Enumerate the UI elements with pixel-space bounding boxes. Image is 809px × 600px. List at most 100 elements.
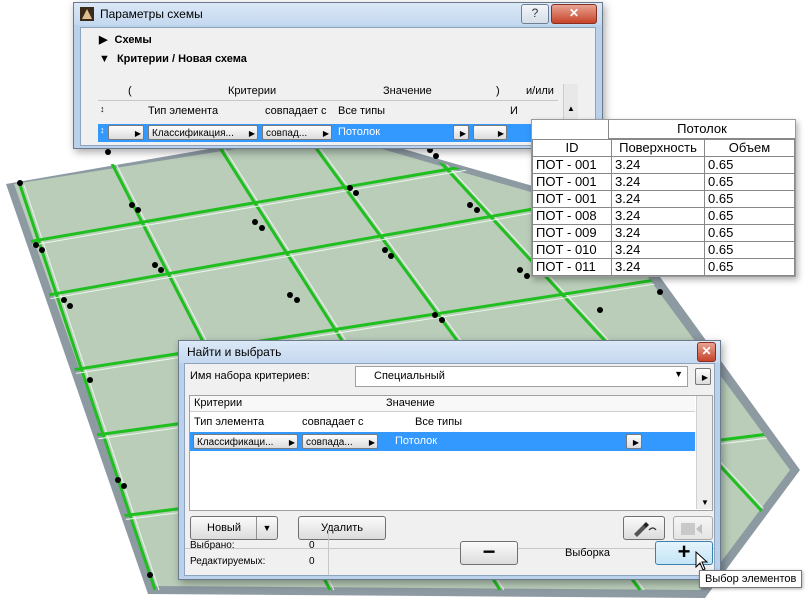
row-arrow-icon: ↕ [100, 104, 105, 114]
cell-volume: 0.65 [704, 173, 795, 191]
find-row-2[interactable]: Классификаци... ▶ совпада... ▶ Потолок ▶ [190, 432, 695, 451]
criteria-set-label: Имя набора критериев: [190, 370, 310, 382]
table-row: ПОТ - 011 3.24 0.65 [532, 258, 795, 276]
scheme-parameters-window: Параметры схемы ? ✕ ▶ Схемы ▼ Критерии /… [73, 2, 603, 149]
criteria-row-1[interactable]: ↕ Тип элемента совпадает с Все типы И [98, 104, 558, 120]
row2-operator: совпад... [266, 128, 308, 139]
row2-arrow-icon: ↕ [100, 125, 105, 135]
delete-criterion-button[interactable]: Удалить [298, 516, 386, 540]
section-criteria-header[interactable]: ▼ Критерии / Новая схема [99, 53, 247, 65]
deselect-button[interactable]: − [460, 541, 518, 565]
syringe-icon [681, 523, 702, 535]
find-criteria-list: Критерии Значение Тип элемента совпадает… [189, 395, 713, 511]
find-list-header: Критерии Значение [190, 396, 695, 412]
cell-id: ПОТ - 001 [532, 156, 612, 174]
table-row: ПОТ - 001 3.24 0.65 [532, 190, 795, 208]
table-row: ПОТ - 010 3.24 0.65 [532, 241, 795, 259]
cell-id: ПОТ - 010 [532, 241, 612, 259]
find-list-scrollbar[interactable]: ▼ [696, 396, 712, 509]
table-row: ПОТ - 001 3.24 0.65 [532, 156, 795, 174]
inject-button[interactable] [673, 516, 713, 540]
table-row: ПОТ - 008 3.24 0.65 [532, 207, 795, 225]
schedule-header-surface: Поверхность [611, 139, 705, 157]
row2-value: Потолок [338, 126, 381, 138]
scroll-down-icon[interactable]: ▼ [701, 498, 709, 507]
cell-volume: 0.65 [704, 190, 795, 208]
selection-label: Выборка [565, 547, 610, 559]
table-row: ПОТ - 001 3.24 0.65 [532, 173, 795, 191]
col-criteria: Критерии [228, 85, 277, 97]
separator-line [185, 548, 714, 549]
row2-paren-dropdown[interactable]: ▶ [108, 125, 144, 140]
app-logo-icon [80, 7, 94, 21]
scroll-up-icon[interactable]: ▲ [567, 104, 575, 113]
cell-surface: 3.24 [611, 207, 705, 225]
cell-id: ПОТ - 008 [532, 207, 612, 225]
cell-surface: 3.24 [611, 258, 705, 276]
find-col-value: Значение [386, 397, 435, 409]
expand-arrow-icon: ▶ [99, 34, 108, 46]
table-row: ПОТ - 009 3.24 0.65 [532, 224, 795, 242]
cell-surface: 3.24 [611, 190, 705, 208]
criteria-set-value: Специальный [374, 370, 445, 382]
find-col-criteria: Критерии [194, 397, 243, 409]
find-row2-operator-dropdown[interactable]: совпада... ▶ [302, 434, 378, 449]
find-row2-operator: совпада... [306, 437, 353, 448]
eyedropper-button[interactable] [623, 516, 665, 540]
find-close-button[interactable]: ✕ [697, 342, 716, 362]
row1-value: Все типы [338, 105, 386, 117]
cell-volume: 0.65 [704, 241, 795, 259]
row2-close-paren-dropdown[interactable]: ▶ [473, 125, 507, 140]
criteria-table-header: ( Критерии Значение ) и/или [98, 84, 558, 101]
section-schemes-header[interactable]: ▶ Схемы [99, 33, 152, 46]
criteria-row-2[interactable]: ↕ ▶ Классификация... ▶ совпад... ▶ Потолок… [98, 124, 559, 142]
find-window-titlebar: Найти и выбрать ✕ [179, 341, 720, 363]
schedule-header-id: ID [532, 139, 612, 157]
find-row1-operator: совпадает с [302, 416, 364, 428]
find-select-window: Найти и выбрать ✕ Имя набора критериев: … [178, 340, 721, 580]
criteria-set-menu-button[interactable]: ▶ [695, 368, 711, 385]
scheme-help-button[interactable]: ? [521, 4, 549, 24]
new-dropdown-arrow-icon[interactable]: ▼ [256, 517, 277, 539]
row1-andor: И [510, 105, 518, 117]
cell-id: ПОТ - 001 [532, 190, 612, 208]
schedule-header-row: ID Поверхность Объем [532, 139, 795, 157]
dropdown-arrow-icon: ▼ [674, 369, 683, 379]
criteria-set-dropdown[interactable]: Специальный ▼ [355, 366, 688, 387]
find-row2-criterion-dropdown[interactable]: Классификаци... ▶ [193, 434, 298, 449]
schedule-header-volume: Объем [704, 139, 795, 157]
section-criteria-label: Критерии / Новая схема [116, 53, 247, 65]
scheme-window-title: Параметры схемы [100, 7, 203, 21]
find-row1-value: Все типы [415, 416, 463, 428]
find-row2-value-arrow[interactable]: ▶ [626, 434, 642, 449]
editable-count-label: Редактируемых: [190, 556, 266, 567]
selected-count-value: 0 [309, 540, 315, 551]
cell-id: ПОТ - 001 [532, 173, 612, 191]
cell-surface: 3.24 [611, 173, 705, 191]
selected-count-label: Выбрано: [190, 540, 235, 551]
row2-criterion-dropdown[interactable]: Классификация... ▶ [148, 125, 258, 140]
scheme-close-button[interactable]: ✕ [551, 4, 597, 24]
row2-operator-dropdown[interactable]: совпад... ▶ [262, 125, 332, 140]
schedule-table: ID Поверхность Объем ПОТ - 001 3.24 0.65 П… [532, 139, 795, 276]
editable-count-value: 0 [309, 556, 315, 567]
col-value: Значение [383, 85, 432, 97]
minus-icon: − [482, 539, 496, 564]
row2-criterion: Классификация... [152, 128, 234, 139]
scheme-window-body: ▶ Схемы ▼ Критерии / Новая схема ( Крите… [80, 27, 596, 146]
row1-criterion: Тип элемента [148, 105, 219, 117]
eyedropper-icon [634, 522, 657, 537]
cell-volume: 0.65 [704, 156, 795, 174]
find-row2-value: Потолок [395, 435, 438, 447]
cell-volume: 0.65 [704, 207, 795, 225]
row2-value-arrow[interactable]: ▶ [453, 125, 469, 140]
new-criterion-button[interactable]: Новый ▼ [190, 516, 278, 540]
col-close-paren: ) [496, 85, 500, 97]
cell-surface: 3.24 [611, 156, 705, 174]
find-window-body: Имя набора критериев: Специальный ▼ ▶ Кр… [184, 363, 715, 576]
vertical-divider [328, 530, 329, 575]
find-row-1[interactable]: Тип элемента совпадает с Все типы [190, 414, 695, 430]
cell-surface: 3.24 [611, 241, 705, 259]
cell-volume: 0.65 [704, 224, 795, 242]
ceiling-schedule: Потолок ID Поверхность Объем ПОТ - 001 3.… [531, 119, 796, 277]
